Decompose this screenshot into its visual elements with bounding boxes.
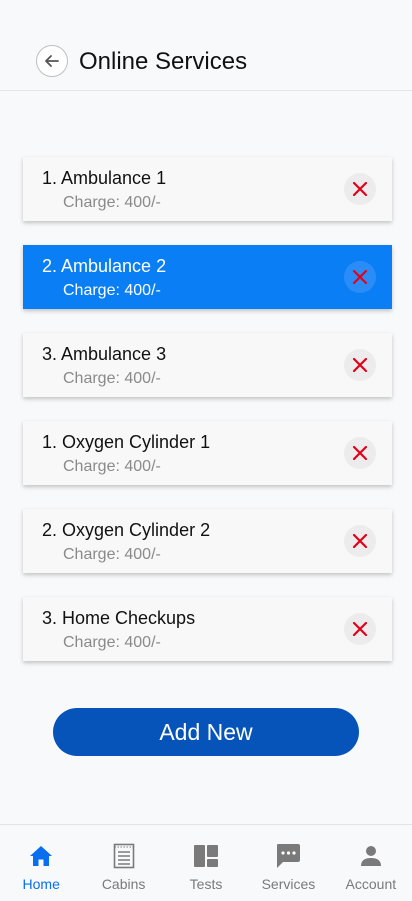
nav-item-tests[interactable]: Tests bbox=[165, 825, 247, 901]
service-item[interactable]: 2. Oxygen Cylinder 2 Charge: 400/- bbox=[23, 509, 392, 573]
page-title: Online Services bbox=[79, 48, 248, 75]
nav-label: Home bbox=[22, 876, 60, 892]
app-header: Online Services bbox=[0, 0, 412, 91]
service-charge: Charge: 400/- bbox=[63, 282, 161, 299]
service-charge: Charge: 400/- bbox=[63, 546, 161, 563]
remove-button[interactable] bbox=[344, 349, 376, 381]
service-charge: Charge: 400/- bbox=[63, 370, 161, 387]
service-name: 3. Ambulance 3 bbox=[42, 344, 167, 364]
close-icon bbox=[352, 357, 368, 373]
service-name: 2. Oxygen Cylinder 2 bbox=[42, 520, 211, 540]
chat-icon bbox=[277, 844, 301, 868]
close-icon bbox=[352, 533, 368, 549]
close-icon bbox=[352, 269, 368, 285]
remove-button[interactable] bbox=[344, 525, 376, 557]
remove-button[interactable] bbox=[344, 613, 376, 645]
nav-label: Account bbox=[345, 876, 397, 892]
dashboard-icon bbox=[194, 845, 219, 867]
nav-label: Cabins bbox=[101, 876, 146, 892]
person-icon bbox=[360, 846, 381, 866]
remove-button[interactable] bbox=[344, 173, 376, 205]
service-charge: Charge: 400/- bbox=[63, 634, 161, 651]
service-item-selected[interactable]: 2. Ambulance 2 Charge: 400/- bbox=[23, 245, 392, 309]
nav-item-home[interactable]: Home bbox=[0, 825, 82, 901]
arrow-left-icon bbox=[45, 55, 59, 67]
remove-button[interactable] bbox=[344, 261, 376, 293]
service-name: 2. Ambulance 2 bbox=[42, 256, 167, 276]
service-item[interactable]: 3. Ambulance 3 Charge: 400/- bbox=[23, 333, 392, 397]
service-item[interactable]: 1. Ambulance 1 Charge: 400/- bbox=[23, 157, 392, 221]
service-item[interactable]: 3. Home Checkups Charge: 400/- bbox=[23, 597, 392, 661]
service-charge: Charge: 400/- bbox=[63, 458, 161, 475]
nav-item-cabins[interactable]: Cabins bbox=[82, 825, 164, 901]
close-icon bbox=[352, 181, 368, 197]
close-icon bbox=[352, 445, 368, 461]
nav-label: Tests bbox=[189, 876, 223, 892]
document-icon bbox=[113, 843, 134, 869]
service-name: 3. Home Checkups bbox=[42, 608, 196, 628]
service-charge: Charge: 400/- bbox=[63, 194, 161, 211]
add-new-button[interactable]: Add New bbox=[53, 708, 359, 756]
app-screen: Online Services 1. Ambulance 1 Charge: 4… bbox=[0, 0, 412, 901]
remove-button[interactable] bbox=[344, 437, 376, 469]
nav-item-account[interactable]: Account bbox=[330, 825, 412, 901]
nav-label: Services bbox=[261, 876, 316, 892]
home-icon bbox=[30, 846, 53, 866]
service-name: 1. Ambulance 1 bbox=[42, 168, 167, 188]
service-name: 1. Oxygen Cylinder 1 bbox=[42, 432, 211, 452]
close-icon bbox=[352, 621, 368, 637]
nav-item-services[interactable]: Services bbox=[247, 825, 329, 901]
service-item[interactable]: 1. Oxygen Cylinder 1 Charge: 400/- bbox=[23, 421, 392, 485]
back-button[interactable] bbox=[36, 45, 68, 77]
bottom-nav: Home Cabins Tests Services Account bbox=[0, 824, 412, 901]
